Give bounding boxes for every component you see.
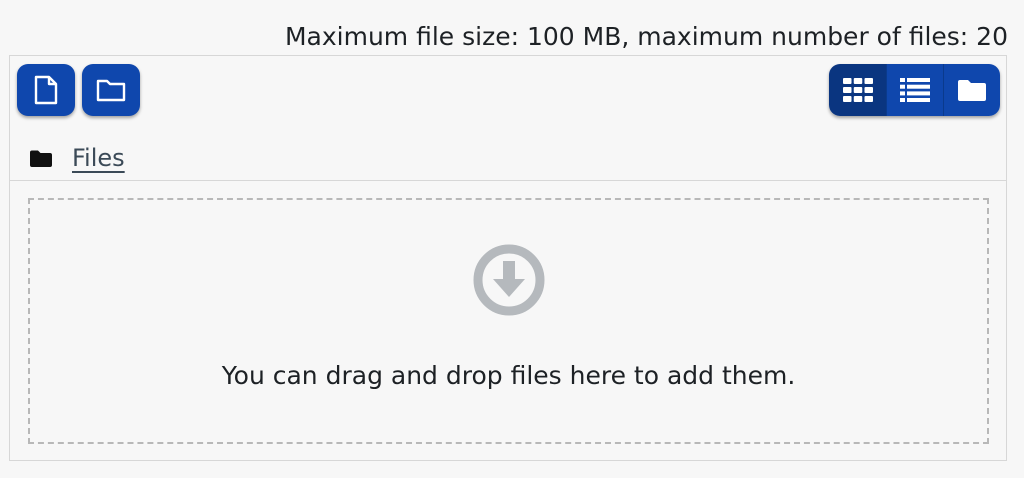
create-folder-button[interactable]	[82, 64, 140, 116]
file-limits-text: Maximum file size: 100 MB, maximum numbe…	[284, 22, 1008, 51]
add-file-button[interactable]	[17, 64, 75, 116]
view-list-button[interactable]	[886, 64, 943, 116]
toolbar-divider	[10, 180, 1006, 181]
breadcrumb-files-link[interactable]: Files	[72, 144, 125, 172]
file-icon	[34, 75, 58, 105]
list-icon	[900, 78, 930, 102]
dropzone-message: You can drag and drop files here to add …	[221, 361, 796, 390]
folder-outline-icon	[96, 79, 126, 102]
file-dropzone[interactable]: You can drag and drop files here to add …	[28, 198, 989, 444]
view-mode-toggle	[829, 64, 1000, 116]
file-toolbar	[17, 64, 140, 116]
view-tree-button[interactable]	[943, 64, 1000, 116]
grid-icon	[842, 78, 873, 102]
folder-icon	[958, 80, 986, 101]
file-manager: Files You can drag and drop files here t…	[9, 55, 1007, 461]
view-icons-button[interactable]	[829, 64, 886, 116]
breadcrumb: Files	[30, 144, 125, 172]
folder-icon	[30, 150, 52, 167]
download-arrow-icon	[473, 244, 544, 316]
